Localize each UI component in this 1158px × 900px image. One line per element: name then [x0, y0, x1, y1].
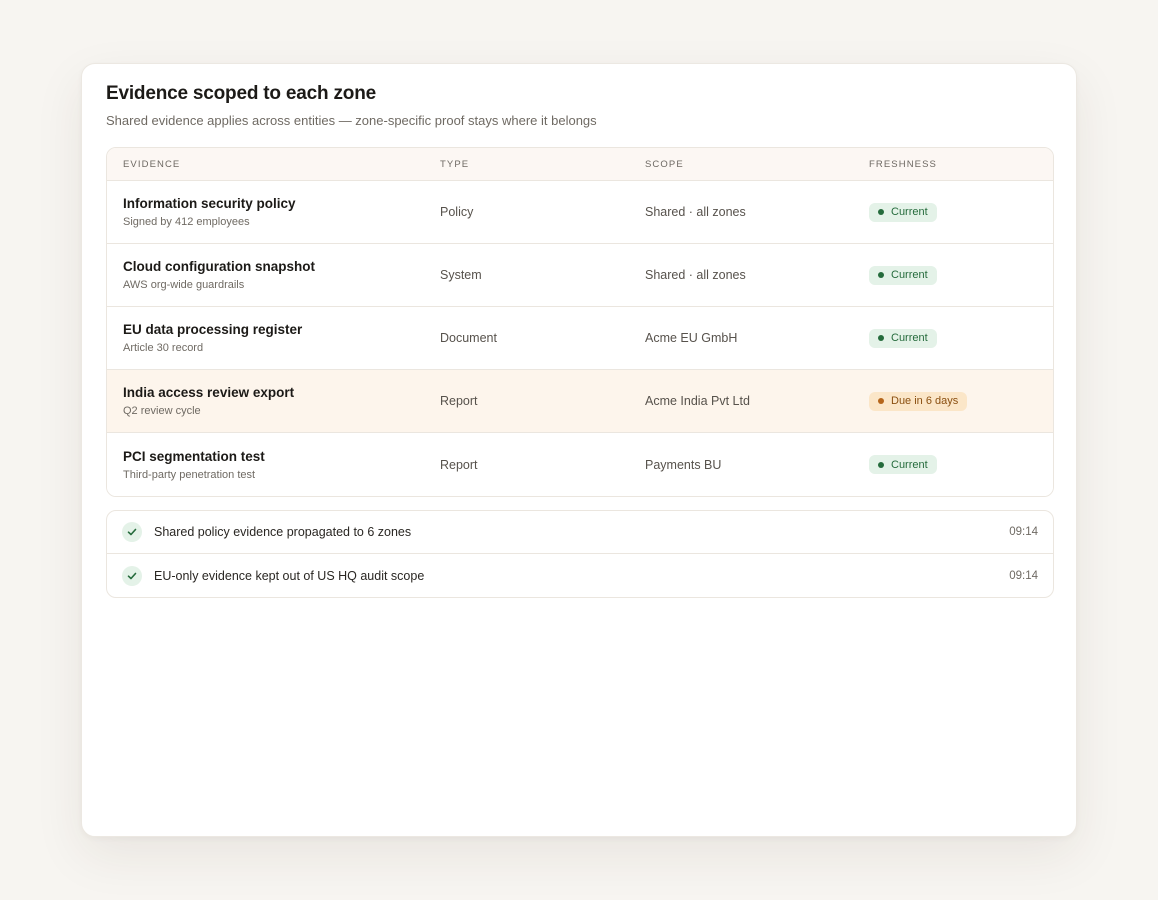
evidence-cell: Information security policy Signed by 41…	[107, 196, 440, 228]
evidence-cell: Cloud configuration snapshot AWS org-wid…	[107, 259, 440, 291]
evidence-detail: AWS org-wide guardrails	[123, 279, 245, 291]
type-cell: Report	[440, 394, 478, 408]
type-cell: Document	[440, 331, 497, 345]
evidence-name: PCI segmentation test	[123, 448, 265, 464]
table-header: EVIDENCE TYPE SCOPE FRESHNESS	[107, 148, 1053, 181]
evidence-name: Cloud configuration snapshot	[123, 259, 315, 274]
status-badge: Due in 6 days	[869, 391, 968, 411]
evidence-name: India access review export	[123, 385, 295, 400]
table-row[interactable]: PCI segmentation test Third-party penetr…	[107, 433, 1053, 496]
activity-time: 09:14	[1009, 526, 1038, 538]
evidence-card: Evidence scoped to each zone Shared evid…	[81, 63, 1077, 837]
type-cell: System	[440, 268, 482, 282]
freshness-cell: Current	[869, 202, 1053, 222]
check-icon	[122, 522, 142, 542]
status-dot-icon	[878, 461, 884, 468]
status-badge: Current	[869, 455, 937, 475]
check-icon	[122, 565, 142, 586]
column-header-type[interactable]: TYPE	[440, 159, 645, 170]
evidence-table: EVIDENCE TYPE SCOPE FRESHNESS Informatio…	[106, 147, 1054, 497]
evidence-detail: Signed by 412 employees	[123, 216, 250, 228]
scope-cell: Shared · all zones	[645, 268, 746, 282]
evidence-name: EU data processing register	[123, 322, 303, 337]
status-dot-icon	[878, 398, 884, 405]
activity-log: Shared policy evidence propagated to 6 z…	[106, 510, 1054, 598]
scope-cell: Acme EU GmbH	[645, 331, 738, 345]
type-cell: Report	[440, 457, 478, 472]
evidence-cell: PCI segmentation test Third-party penetr…	[107, 449, 440, 481]
status-label: Due in 6 days	[891, 395, 959, 408]
evidence-name: Information security policy	[123, 196, 296, 211]
table-row[interactable]: Information security policy Signed by 41…	[107, 181, 1053, 244]
status-dot-icon	[878, 209, 884, 216]
freshness-cell: Current	[869, 265, 1053, 285]
scope-cell: Payments BU	[645, 457, 722, 472]
evidence-detail: Article 30 record	[123, 342, 204, 354]
evidence-cell: India access review export Q2 review cyc…	[107, 385, 440, 417]
activity-text: EU-only evidence kept out of US HQ audit…	[154, 568, 425, 583]
freshness-cell: Current	[869, 328, 1053, 348]
table-row[interactable]: Cloud configuration snapshot AWS org-wid…	[107, 244, 1053, 307]
evidence-detail: Third-party penetration test	[123, 468, 256, 481]
column-header-scope[interactable]: SCOPE	[645, 159, 869, 170]
status-label: Current	[891, 206, 928, 219]
column-header-freshness[interactable]: FRESHNESS	[869, 159, 1053, 170]
scope-cell: Acme India Pvt Ltd	[645, 394, 750, 408]
status-label: Current	[891, 332, 928, 345]
activity-text: Shared policy evidence propagated to 6 z…	[154, 525, 412, 539]
status-badge: Current	[869, 328, 937, 348]
status-dot-icon	[878, 335, 884, 342]
column-header-evidence[interactable]: EVIDENCE	[107, 159, 440, 170]
scope-cell: Shared · all zones	[645, 205, 746, 219]
list-item: EU-only evidence kept out of US HQ audit…	[107, 554, 1053, 597]
status-dot-icon	[878, 272, 884, 279]
status-label: Current	[891, 458, 928, 471]
evidence-cell: EU data processing register Article 30 r…	[107, 322, 440, 354]
list-item: Shared policy evidence propagated to 6 z…	[107, 511, 1053, 554]
freshness-cell: Due in 6 days	[869, 391, 1053, 411]
table-row[interactable]: India access review export Q2 review cyc…	[107, 370, 1053, 433]
type-cell: Policy	[440, 205, 474, 219]
page-subtitle: Shared evidence applies across entities …	[106, 113, 597, 128]
status-label: Current	[891, 269, 928, 282]
activity-time: 09:14	[1009, 569, 1038, 582]
freshness-cell: Current	[869, 455, 1053, 475]
status-badge: Current	[869, 202, 937, 222]
evidence-detail: Q2 review cycle	[123, 405, 201, 417]
status-badge: Current	[869, 265, 937, 285]
page-title: Evidence scoped to each zone	[106, 83, 376, 104]
table-row[interactable]: EU data processing register Article 30 r…	[107, 307, 1053, 370]
